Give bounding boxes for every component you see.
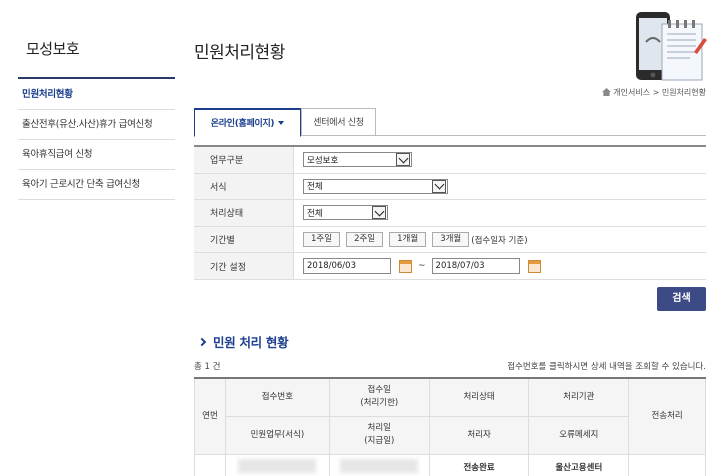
col-header-transfer: 전송처리 xyxy=(628,377,706,455)
status-label: 처리상태 xyxy=(194,200,294,226)
row-agency-cell: 울산고용센터 xyxy=(528,453,630,476)
col-header-no: 연번 xyxy=(194,377,226,455)
chevron-down-icon xyxy=(372,206,386,220)
chevron-down-icon xyxy=(396,153,410,167)
period-2week-button[interactable]: 2주일 xyxy=(346,232,384,248)
sidebar-divider xyxy=(18,77,175,79)
form-row-status: 처리상태 전체 xyxy=(194,200,706,227)
breadcrumb-path: 개인서비스 > 민원처리현황 xyxy=(613,88,706,97)
format-select[interactable]: 전체 xyxy=(303,178,448,194)
redacted-value xyxy=(238,458,317,473)
sidebar-menu: 민원처리현황 출산전후(유산.사산)휴가 급여신청 육아휴직급여 신청 육아기 … xyxy=(18,80,175,200)
section-title-text: 민원 처리 현황 xyxy=(213,335,289,350)
work-type-select[interactable]: 모성보호 xyxy=(303,152,412,168)
date-range-label: 기간 설정 xyxy=(194,253,294,279)
work-type-label: 업무구분 xyxy=(194,147,294,173)
date-to-input[interactable]: 2018/07/03 xyxy=(431,258,520,275)
col-header-receipt-date: 접수일 (처리기한) xyxy=(328,377,430,417)
breadcrumb: 개인서비스 > 민원처리현황 xyxy=(601,87,706,98)
col-header-handler: 처리자 xyxy=(428,415,530,455)
caret-down-icon xyxy=(278,121,285,125)
format-label: 서식 xyxy=(194,173,294,200)
redacted-value xyxy=(340,458,419,473)
col-header-receipt-no: 접수번호 xyxy=(224,377,330,417)
status-value: 전체 xyxy=(307,208,323,219)
results-table: 연번 접수번호 접수일 (처리기한) 처리상태 처리기관 전송처리 민원업무(서식… xyxy=(194,377,706,476)
receipt-date-text: 접수일 xyxy=(367,385,392,396)
sidebar-item-parental-leave[interactable]: 육아휴직급여 신청 xyxy=(18,140,175,170)
period-3month-button[interactable]: 3개월 xyxy=(432,232,470,248)
period-label: 기간별 xyxy=(194,226,294,253)
section-title: 민원 처리 현황 xyxy=(197,332,289,351)
result-hint: 접수번호를 클릭하시면 상세 내역을 조회할 수 있습니다. xyxy=(507,362,706,372)
sidebar: 모성보호 민원처리현황 출산전후(유산.사산)휴가 급여신청 육아휴직급여 신청… xyxy=(18,0,175,476)
col-header-status: 처리상태 xyxy=(428,377,530,417)
form-row-period: 기간별 1주일 2주일 1개월 3개월 (접수일자 기준) xyxy=(194,226,706,254)
calendar-icon[interactable] xyxy=(399,259,412,273)
period-note: (접수일자 기준) xyxy=(471,235,528,246)
search-form: 업무구분 모성보호 서식 전체 처리상태 전체 기간별 1주일 2주일 1개월 … xyxy=(194,145,706,280)
format-value: 전체 xyxy=(307,182,323,193)
process-date-text: 처리일 xyxy=(367,423,392,433)
sidebar-item-reduced-hours[interactable]: 육아기 근로시간 단축 급여신청 xyxy=(18,170,175,200)
result-count: 총 1 건 xyxy=(194,362,221,372)
sidebar-item-status[interactable]: 민원처리현황 xyxy=(18,80,175,110)
tab-online[interactable]: 온라인(홈페이지) xyxy=(194,108,301,137)
search-button[interactable]: 검색 xyxy=(657,287,706,311)
tab-center[interactable]: 센터에서 신청 xyxy=(301,108,376,136)
page-title: 민원처리현황 xyxy=(194,43,285,63)
period-1month-button[interactable]: 1개월 xyxy=(389,232,427,248)
date-from-input[interactable]: 2018/06/03 xyxy=(303,258,391,275)
phone-document-icon xyxy=(636,12,707,81)
chevron-right-icon xyxy=(197,337,207,347)
col-header-agency: 처리기관 xyxy=(528,377,630,417)
row-transfer-cell xyxy=(628,453,706,476)
tab-bar: 온라인(홈페이지) 센터에서 신청 xyxy=(194,108,706,137)
status-select[interactable]: 전체 xyxy=(303,205,388,221)
row-receipt-date-cell xyxy=(328,453,430,476)
col-header-error: 오류메세지 xyxy=(528,415,630,455)
row-status-cell: 전송완료 xyxy=(428,453,530,476)
form-row-format: 서식 전체 xyxy=(194,173,706,201)
home-icon[interactable] xyxy=(601,88,611,96)
work-type-value: 모성보호 xyxy=(307,155,339,166)
sidebar-item-maternity-leave[interactable]: 출산전후(유산.사산)휴가 급여신청 xyxy=(18,110,175,140)
row-no-cell xyxy=(194,453,226,476)
receipt-deadline-text: (처리기한) xyxy=(360,398,399,409)
tab-online-label: 온라인(홈페이지) xyxy=(210,119,275,129)
table-header-row: 연번 접수번호 접수일 (처리기한) 처리상태 처리기관 전송처리 xyxy=(194,377,706,455)
payment-date-text: (지급일) xyxy=(364,436,395,446)
form-row-date-range: 기간 설정 2018/06/03 ~ 2018/07/03 xyxy=(194,253,706,280)
col-header-process-date: 처리일 (지급일) xyxy=(328,415,430,455)
calendar-icon[interactable] xyxy=(527,259,541,273)
date-separator: ~ xyxy=(418,261,426,272)
col-header-task: 민원업무(서식) xyxy=(224,415,330,455)
row-receipt-no-cell[interactable] xyxy=(224,453,330,476)
period-1week-button[interactable]: 1주일 xyxy=(303,232,341,248)
sidebar-title: 모성보호 xyxy=(26,40,80,58)
form-row-work-type: 업무구분 모성보호 xyxy=(194,147,706,174)
table-row: 전송완료 울산고용센터 xyxy=(194,453,706,476)
chevron-down-icon xyxy=(432,179,446,193)
